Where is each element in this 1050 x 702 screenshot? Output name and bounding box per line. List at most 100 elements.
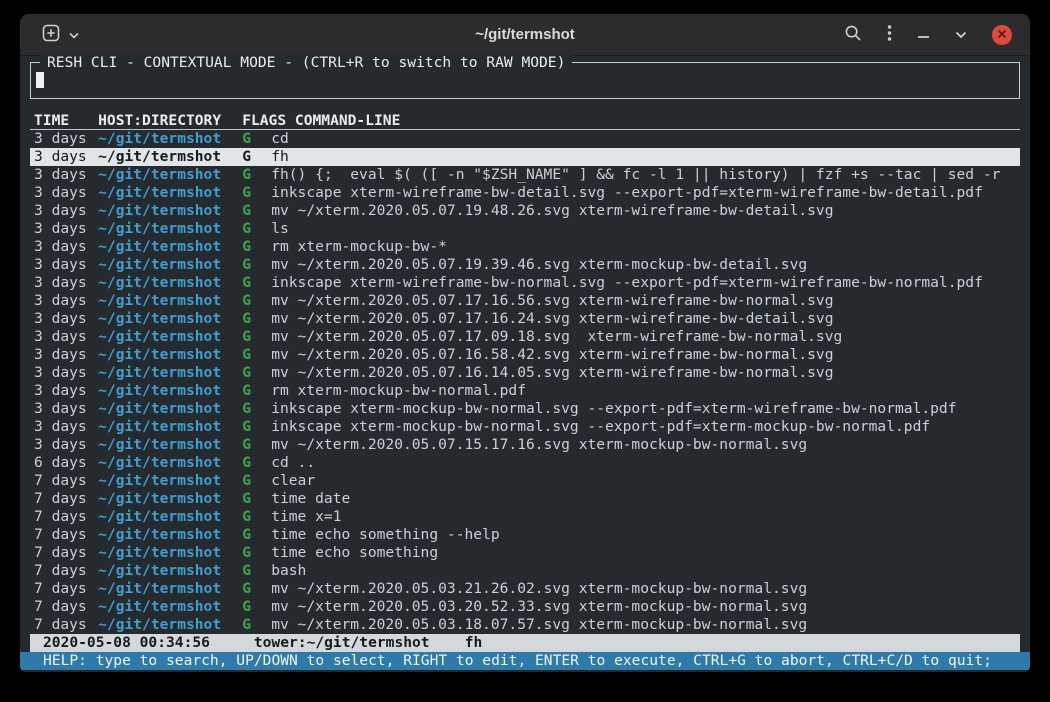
row-host-directory: ~/git/termshot <box>98 202 242 220</box>
row-time: 3 days <box>34 220 98 238</box>
history-row[interactable]: 3 days ~/git/termshot G ls <box>30 220 1020 238</box>
row-flags: G <box>242 598 271 616</box>
row-time: 3 days <box>34 436 98 454</box>
row-command: mv ~/xterm.2020.05.03.18.07.57.svg xterm… <box>271 616 1020 634</box>
row-time: 7 days <box>34 544 98 562</box>
row-flags: G <box>242 328 271 346</box>
search-button[interactable] <box>844 24 862 45</box>
row-flags: G <box>242 148 271 166</box>
row-command: mv ~/xterm.2020.05.07.19.39.46.svg xterm… <box>271 256 1020 274</box>
row-flags: G <box>242 346 271 364</box>
row-time: 7 days <box>34 526 98 544</box>
history-row[interactable]: 7 days ~/git/termshot G mv ~/xterm.2020.… <box>30 616 1020 634</box>
row-host-directory: ~/git/termshot <box>98 238 242 256</box>
history-row[interactable]: 3 days ~/git/termshot G rm xterm-mockup-… <box>30 382 1020 400</box>
row-flags: G <box>242 490 271 508</box>
row-flags: G <box>242 544 271 562</box>
history-row[interactable]: 3 days ~/git/termshot G mv ~/xterm.2020.… <box>30 292 1020 310</box>
row-flags: G <box>242 436 271 454</box>
row-time: 3 days <box>34 274 98 292</box>
row-host-directory: ~/git/termshot <box>98 490 242 508</box>
header-command-line: COMMAND-LINE <box>295 112 1020 129</box>
history-row[interactable]: 7 days ~/git/termshot G bash <box>30 562 1020 580</box>
history-row[interactable]: 3 days ~/git/termshot G mv ~/xterm.2020.… <box>30 256 1020 274</box>
status-host-directory: tower:~/git/termshot <box>254 634 430 652</box>
history-row[interactable]: 3 days ~/git/termshot G mv ~/xterm.2020.… <box>30 364 1020 382</box>
history-row[interactable]: 7 days ~/git/termshot G time echo someth… <box>30 544 1020 562</box>
history-row[interactable]: 7 days ~/git/termshot G time x=1 <box>30 508 1020 526</box>
row-host-directory: ~/git/termshot <box>98 220 242 238</box>
row-command: fh <box>271 148 1020 166</box>
row-flags: G <box>242 382 271 400</box>
minimize-button[interactable] <box>917 27 930 42</box>
header-time: TIME <box>34 112 98 129</box>
row-command: time echo something --help <box>271 526 1020 544</box>
row-command: time date <box>271 490 1020 508</box>
row-flags: G <box>242 418 271 436</box>
row-command: cd .. <box>271 454 1020 472</box>
row-time: 3 days <box>34 310 98 328</box>
row-command: mv ~/xterm.2020.05.03.20.52.33.svg xterm… <box>271 598 1020 616</box>
header-flags: FLAGS <box>242 112 286 129</box>
row-flags: G <box>242 274 271 292</box>
history-row[interactable]: 3 days ~/git/termshot G cd <box>30 130 1020 148</box>
history-row[interactable]: 3 days ~/git/termshot G mv ~/xterm.2020.… <box>30 436 1020 454</box>
row-flags: G <box>242 292 271 310</box>
row-time: 7 days <box>34 598 98 616</box>
close-button[interactable] <box>992 25 1012 45</box>
row-flags: G <box>242 616 271 634</box>
row-command: clear <box>271 472 1020 490</box>
new-tab-icon <box>42 24 60 45</box>
history-row[interactable]: 3 days ~/git/termshot G inkscape xterm-m… <box>30 418 1020 436</box>
history-row[interactable]: 3 days ~/git/termshot G inkscape xterm-w… <box>30 274 1020 292</box>
row-flags: G <box>242 562 271 580</box>
row-time: 3 days <box>34 418 98 436</box>
new-tab-button[interactable] <box>42 24 60 45</box>
row-flags: G <box>242 364 271 382</box>
row-command: mv ~/xterm.2020.05.03.21.26.02.svg xterm… <box>271 580 1020 598</box>
history-row[interactable]: 7 days ~/git/termshot G time date <box>30 490 1020 508</box>
status-bar: 2020-05-08 00:34:56 tower:~/git/termshot… <box>30 634 1020 652</box>
history-row[interactable]: 3 days ~/git/termshot G fh <box>30 148 1020 166</box>
minimize-icon <box>917 27 930 42</box>
row-flags: G <box>242 454 271 472</box>
history-row[interactable]: 6 days ~/git/termshot G cd .. <box>30 454 1020 472</box>
history-row[interactable]: 7 days ~/git/termshot G mv ~/xterm.2020.… <box>30 580 1020 598</box>
history-row[interactable]: 3 days ~/git/termshot G mv ~/xterm.2020.… <box>30 346 1020 364</box>
row-flags: G <box>242 580 271 598</box>
history-list: 3 days ~/git/termshot G cd 3 days ~/git/… <box>30 130 1020 634</box>
restore-button[interactable] <box>955 27 967 42</box>
row-host-directory: ~/git/termshot <box>98 598 242 616</box>
history-row[interactable]: 3 days ~/git/termshot G rm xterm-mockup-… <box>30 238 1020 256</box>
history-row[interactable]: 7 days ~/git/termshot G clear <box>30 472 1020 490</box>
history-row[interactable]: 7 days ~/git/termshot G time echo someth… <box>30 526 1020 544</box>
history-row[interactable]: 3 days ~/git/termshot G mv ~/xterm.2020.… <box>30 328 1020 346</box>
history-row[interactable]: 3 days ~/git/termshot G mv ~/xterm.2020.… <box>30 202 1020 220</box>
row-flags: G <box>242 130 271 148</box>
row-time: 3 days <box>34 382 98 400</box>
row-time: 3 days <box>34 346 98 364</box>
row-command: inkscape xterm-mockup-bw-normal.svg --ex… <box>271 418 1020 436</box>
row-time: 3 days <box>34 400 98 418</box>
search-input[interactable]: RESH CLI - CONTEXTUAL MODE - (CTRL+R to … <box>30 62 1020 99</box>
history-row[interactable]: 3 days ~/git/termshot G mv ~/xterm.2020.… <box>30 310 1020 328</box>
history-row[interactable]: 3 days ~/git/termshot G fh() {; eval $( … <box>30 166 1020 184</box>
row-flags: G <box>242 508 271 526</box>
row-flags: G <box>242 166 271 184</box>
history-row[interactable]: 3 days ~/git/termshot G inkscape xterm-m… <box>30 400 1020 418</box>
row-command: mv ~/xterm.2020.05.07.17.16.24.svg xterm… <box>271 310 1020 328</box>
tab-list-button[interactable] <box>69 27 79 42</box>
history-row[interactable]: 3 days ~/git/termshot G inkscape xterm-w… <box>30 184 1020 202</box>
menu-button[interactable] <box>887 24 892 45</box>
row-time: 3 days <box>34 256 98 274</box>
row-host-directory: ~/git/termshot <box>98 472 242 490</box>
row-host-directory: ~/git/termshot <box>98 382 242 400</box>
row-time: 3 days <box>34 184 98 202</box>
row-command: rm xterm-mockup-bw-normal.pdf <box>271 382 1020 400</box>
row-command: time x=1 <box>271 508 1020 526</box>
row-time: 7 days <box>34 472 98 490</box>
history-row[interactable]: 7 days ~/git/termshot G mv ~/xterm.2020.… <box>30 598 1020 616</box>
row-time: 3 days <box>34 130 98 148</box>
row-command: inkscape xterm-mockup-bw-normal.svg --ex… <box>271 400 1020 418</box>
search-box-title: RESH CLI - CONTEXTUAL MODE - (CTRL+R to … <box>40 54 572 72</box>
